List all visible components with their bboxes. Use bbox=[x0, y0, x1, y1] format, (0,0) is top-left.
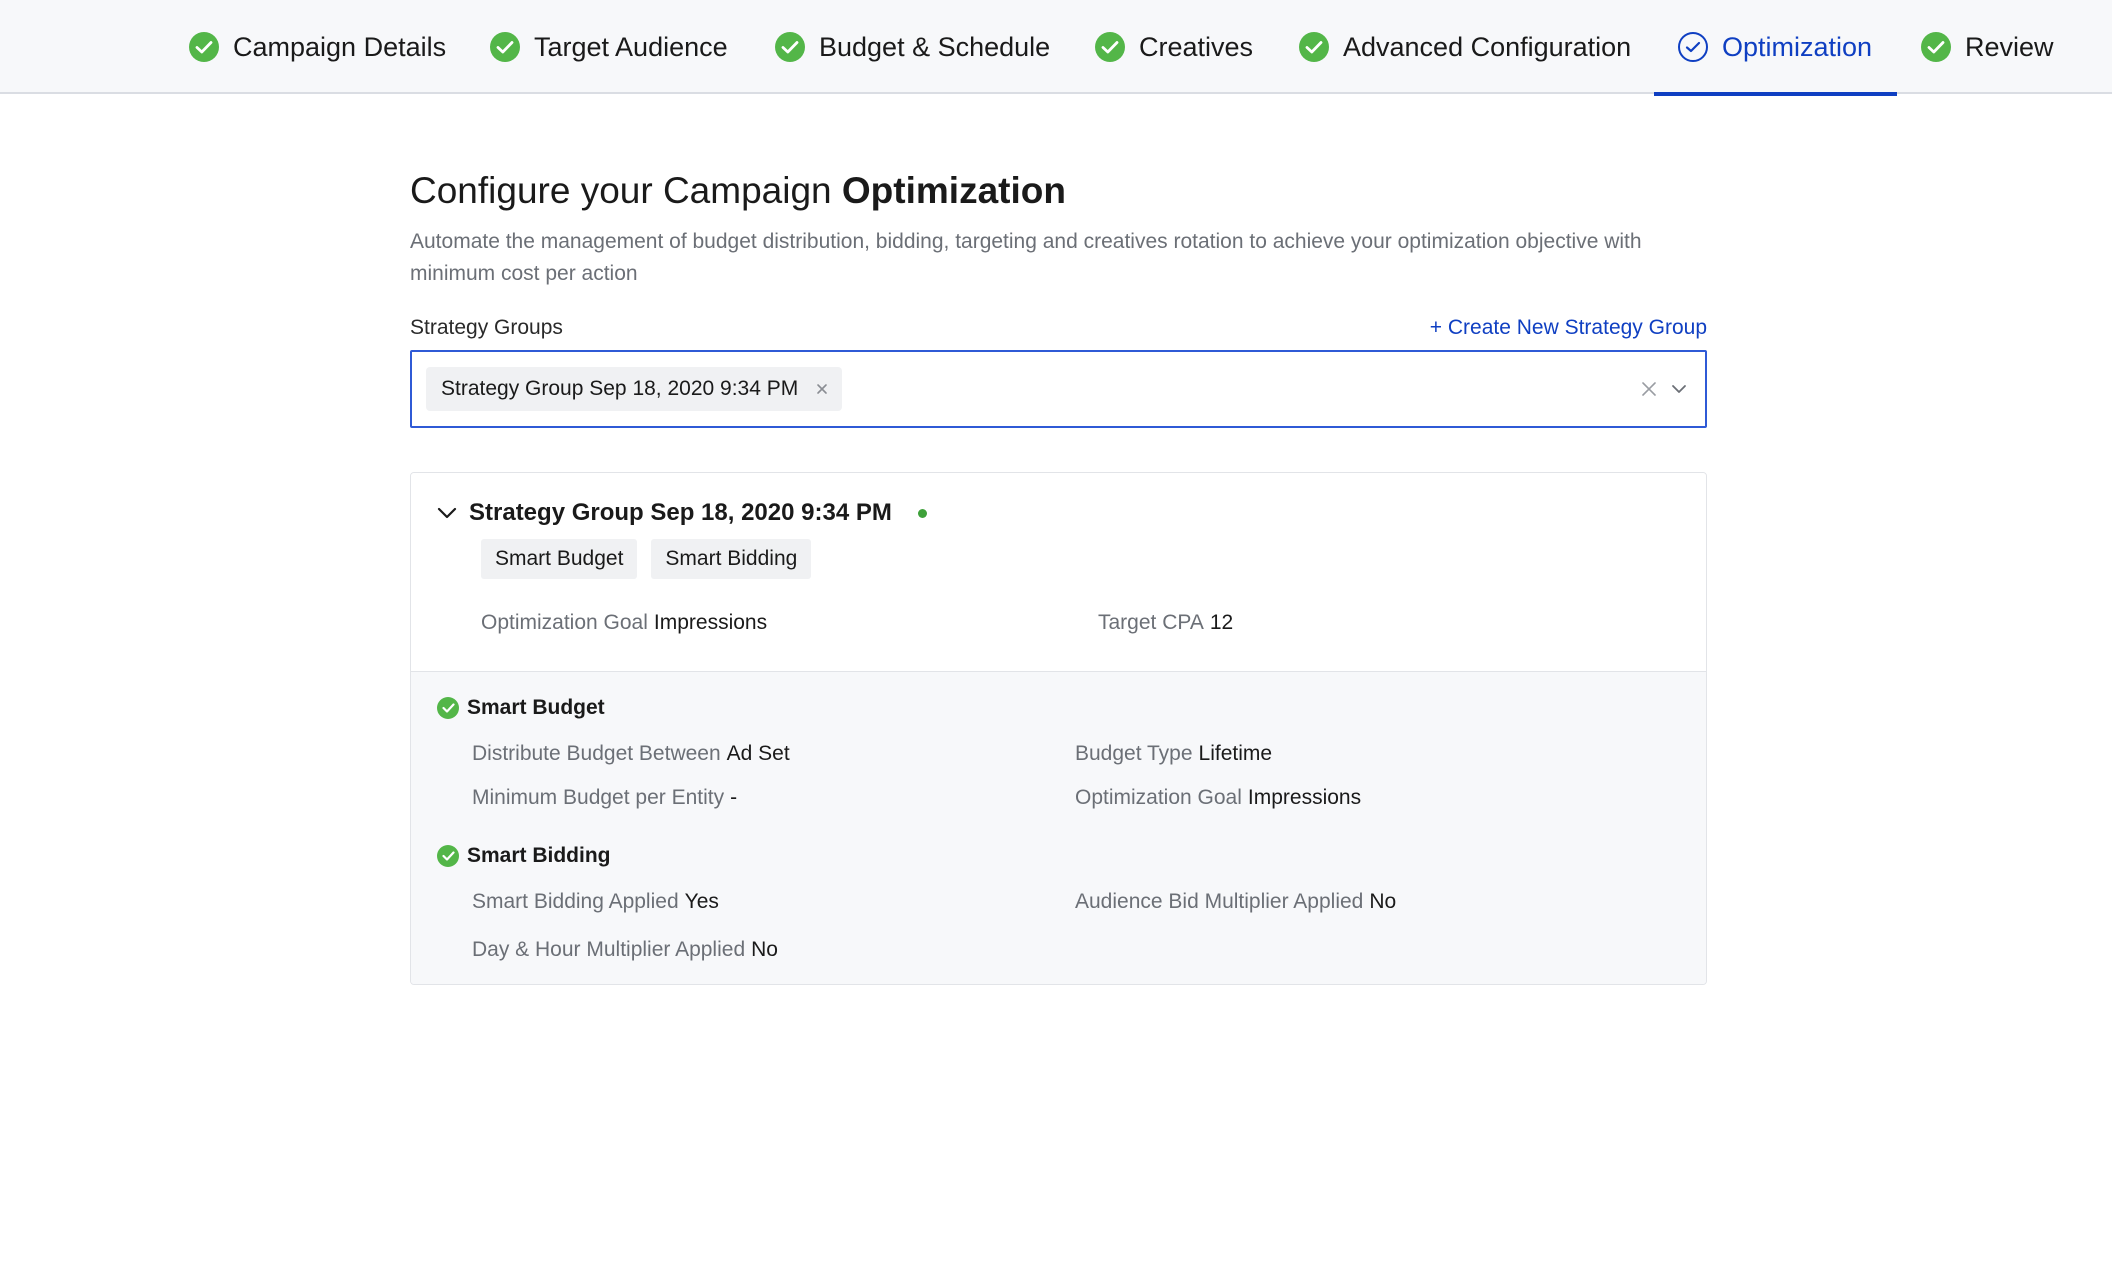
chevron-down-icon[interactable] bbox=[1671, 384, 1687, 394]
smart-bidding-header: Smart Bidding bbox=[437, 840, 1680, 872]
target-cpa: Target CPA 12 bbox=[1098, 611, 1234, 634]
check-circle-icon bbox=[775, 32, 805, 62]
check-circle-icon bbox=[490, 32, 520, 62]
step-review[interactable]: Review bbox=[1897, 0, 2078, 94]
strategy-group-card: Strategy Group Sep 18, 2020 9:34 PM Smar… bbox=[410, 472, 1707, 985]
smart-budget-details: Distribute Budget Between Ad Set Budget T… bbox=[472, 742, 1680, 810]
smart-budget-header: Smart Budget bbox=[437, 692, 1680, 724]
check-circle-icon bbox=[1095, 32, 1125, 62]
step-creatives[interactable]: Creatives bbox=[1071, 0, 1277, 94]
step-campaign-details[interactable]: Campaign Details bbox=[165, 0, 470, 94]
step-label: Creatives bbox=[1139, 31, 1254, 62]
page-title-bold: Optimization bbox=[841, 170, 1066, 211]
check-circle-outline-icon bbox=[1678, 32, 1708, 62]
optimization-goal: Optimization Goal Impressions bbox=[481, 611, 768, 634]
smart-budget-title: Smart Budget bbox=[467, 696, 605, 719]
card-summary: Strategy Group Sep 18, 2020 9:34 PM Smar… bbox=[411, 473, 1706, 671]
clear-icon[interactable] bbox=[1641, 381, 1657, 397]
audience-bid-multiplier-applied: Audience Bid Multiplier Applied No bbox=[1075, 890, 1397, 913]
card-title: Strategy Group Sep 18, 2020 9:34 PM bbox=[469, 499, 892, 526]
day-hour-multiplier-applied: Day & Hour Multiplier Applied No bbox=[472, 938, 778, 961]
step-label: Campaign Details bbox=[233, 31, 447, 62]
step-target-audience[interactable]: Target Audience bbox=[466, 0, 752, 94]
step-advanced-configuration[interactable]: Advanced Configuration bbox=[1275, 0, 1655, 94]
strategy-tags: Smart Budget Smart Bidding bbox=[481, 539, 1680, 579]
strategy-groups-label: Strategy Groups bbox=[410, 316, 563, 339]
minimum-budget-per-entity: Minimum Budget per Entity - bbox=[472, 786, 738, 809]
smart-bidding-details: Smart Bidding Applied Yes Audience Bid Mu… bbox=[472, 890, 1680, 962]
card-header[interactable]: Strategy Group Sep 18, 2020 9:34 PM bbox=[437, 495, 1680, 531]
chip-label: Strategy Group Sep 18, 2020 9:34 PM bbox=[441, 377, 799, 400]
tag-smart-bidding: Smart Bidding bbox=[651, 539, 812, 579]
step-label: Review bbox=[1965, 31, 2054, 62]
chip-remove-icon[interactable] bbox=[816, 379, 828, 399]
summary-kv-row: Optimization Goal Impressions Target CPA 1… bbox=[481, 611, 1680, 635]
check-circle-icon bbox=[1299, 32, 1329, 62]
step-budget-schedule[interactable]: Budget & Schedule bbox=[751, 0, 1074, 94]
check-circle-icon bbox=[1921, 32, 1951, 62]
step-label: Advanced Configuration bbox=[1343, 31, 1632, 62]
card-details: Smart Budget Distribute Budget Between Ad… bbox=[411, 671, 1706, 984]
check-circle-icon bbox=[437, 845, 459, 867]
active-status-dot bbox=[917, 508, 927, 518]
strategy-groups-header: Strategy Groups + Create New Strategy Gr… bbox=[410, 316, 1707, 340]
create-strategy-group-link[interactable]: + Create New Strategy Group bbox=[1430, 316, 1707, 340]
selected-strategy-chip: Strategy Group Sep 18, 2020 9:34 PM bbox=[426, 367, 843, 411]
page-description: Automate the management of budget distri… bbox=[410, 230, 1642, 285]
page-title: Configure your Campaign Optimization bbox=[410, 170, 1066, 211]
distribute-budget-between: Distribute Budget Between Ad Set bbox=[472, 742, 790, 765]
smart-bidding-title: Smart Bidding bbox=[467, 844, 611, 867]
smart-budget-optimization-goal: Optimization Goal Impressions bbox=[1075, 786, 1362, 809]
step-label: Optimization bbox=[1722, 31, 1873, 62]
strategy-groups-select[interactable]: Strategy Group Sep 18, 2020 9:34 PM bbox=[410, 350, 1707, 428]
check-circle-icon bbox=[437, 697, 459, 719]
tag-smart-budget: Smart Budget bbox=[481, 539, 638, 579]
smart-bidding-applied: Smart Bidding Applied Yes bbox=[472, 890, 719, 913]
step-label: Budget & Schedule bbox=[819, 31, 1051, 62]
optimization-main: Configure your Campaign Optimization Aut… bbox=[410, 170, 1707, 985]
campaign-stepper: Campaign Details Target Audience Budget … bbox=[0, 0, 2112, 96]
select-actions bbox=[1641, 352, 1687, 426]
check-circle-icon bbox=[189, 32, 219, 62]
budget-type: Budget Type Lifetime bbox=[1075, 742, 1273, 765]
step-label: Target Audience bbox=[534, 31, 728, 62]
chevron-down-icon[interactable] bbox=[437, 507, 457, 519]
step-optimization[interactable]: Optimization bbox=[1654, 0, 1897, 96]
